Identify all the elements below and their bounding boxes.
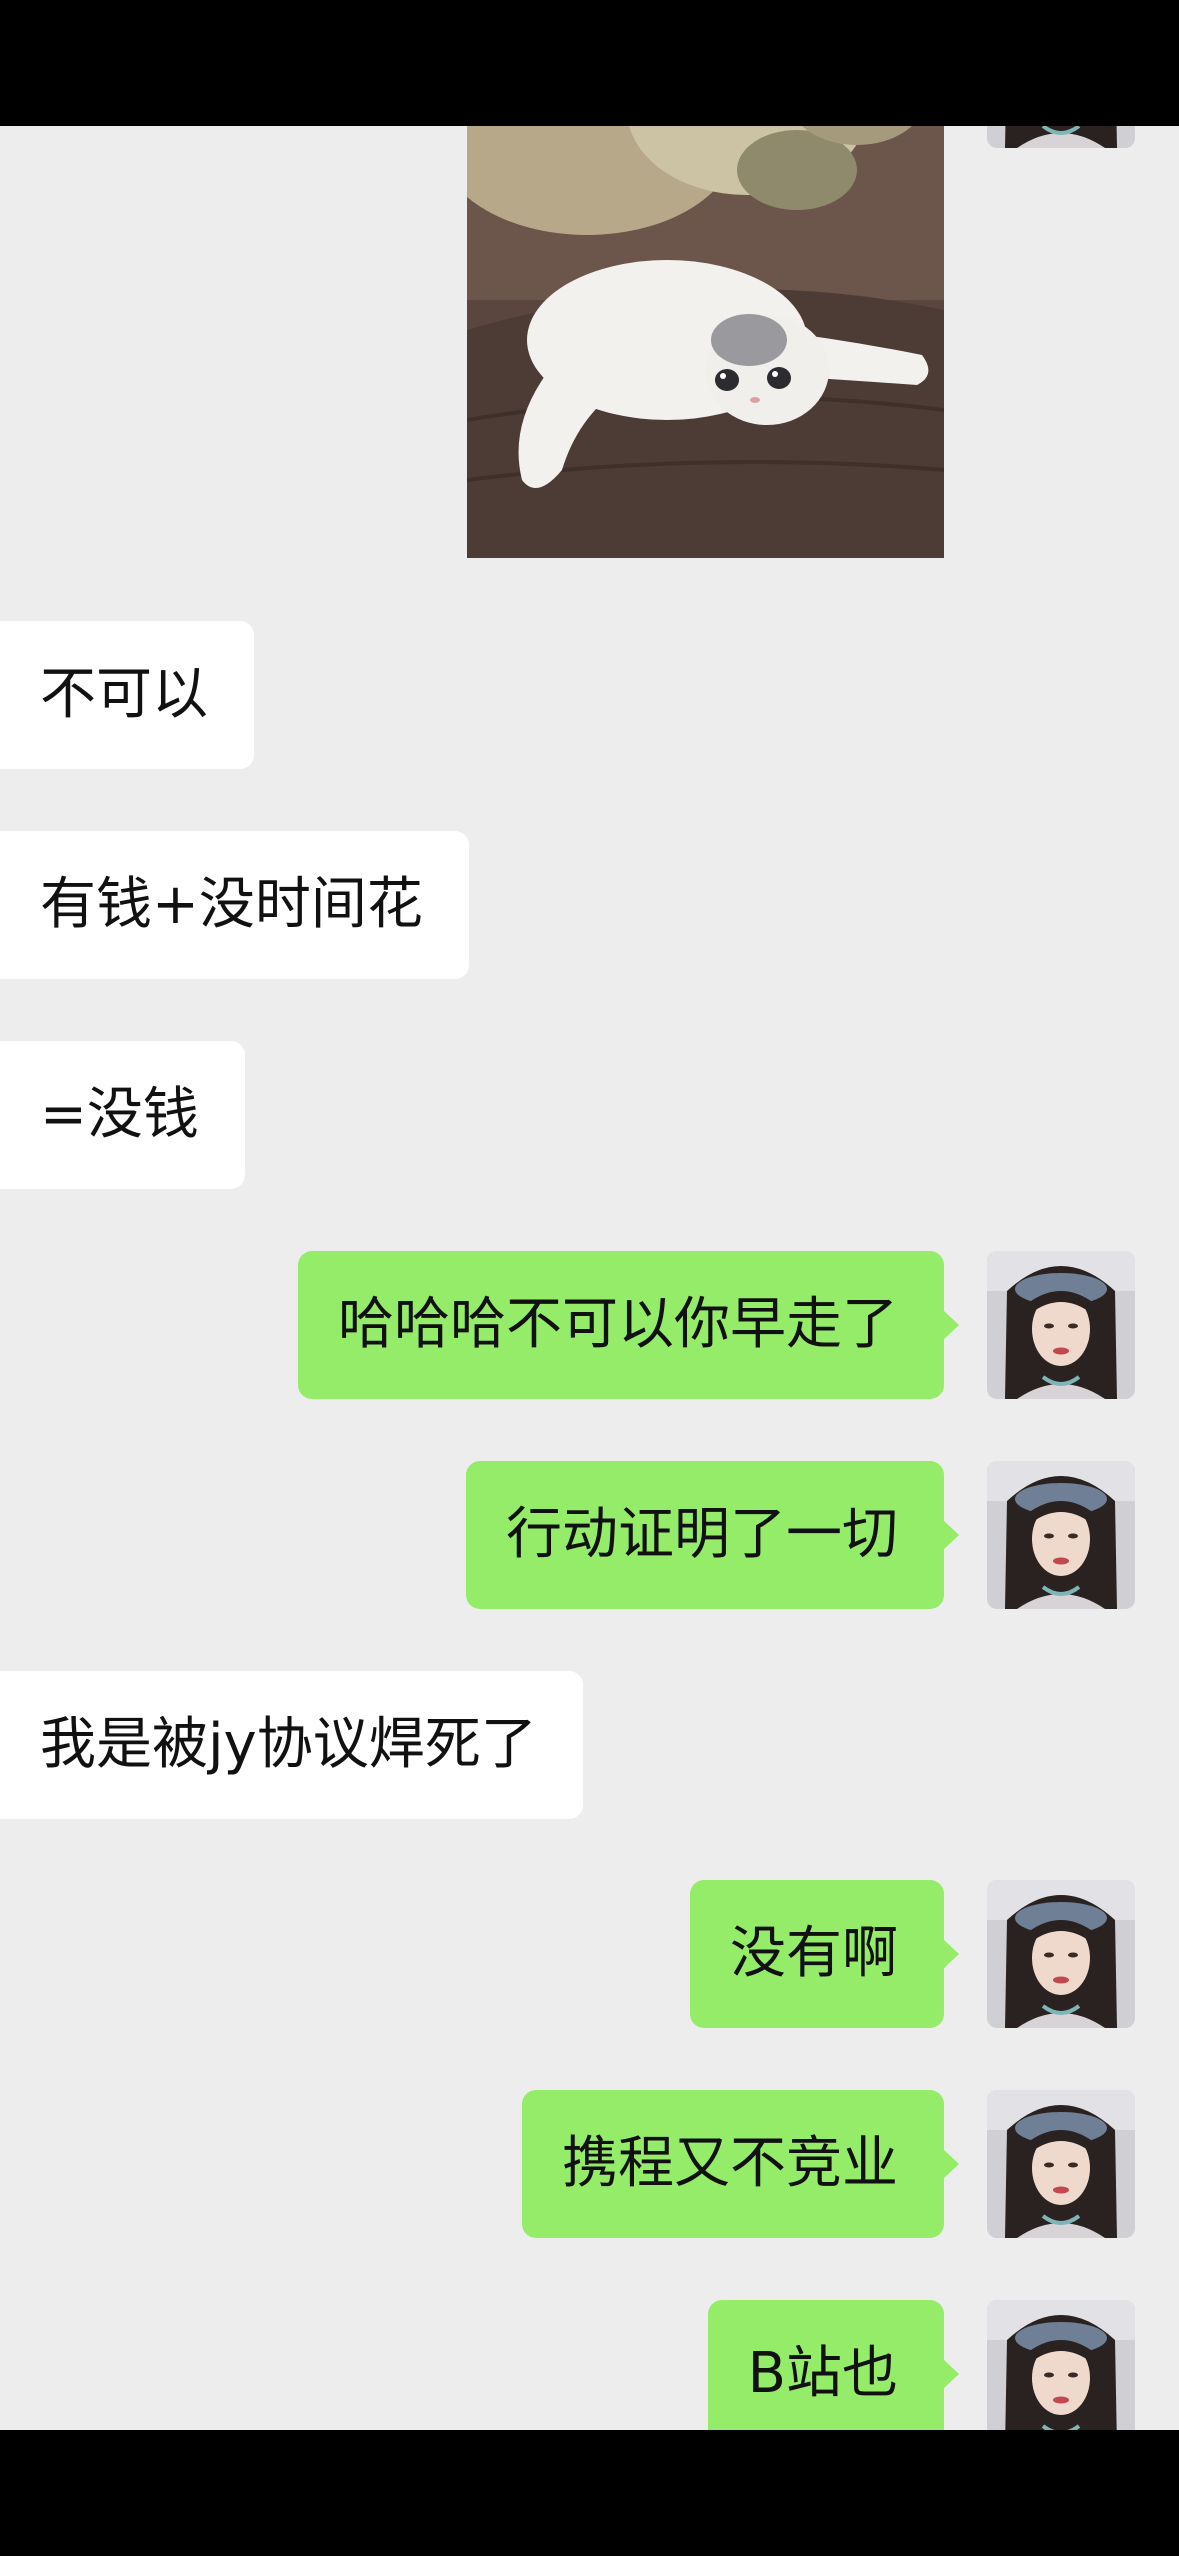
message-text: B站也 (747, 2341, 898, 2406)
message-text: 不可以 (40, 662, 208, 727)
outgoing-message-bubble[interactable]: 行动证明了一切 (466, 1461, 959, 1609)
status-bar (0, 0, 1179, 126)
user-avatar[interactable] (987, 126, 1135, 148)
message-text: 有钱+没时间花 (40, 872, 423, 937)
outgoing-message-bubble[interactable]: 携程又不竞业 (522, 2090, 959, 2238)
cat-sticker-image[interactable] (467, 126, 944, 558)
chat-message-list[interactable]: 不可以 有钱+没时间花 =没钱 哈哈哈不可以你早走了 行动证明了一切 我是被jy… (0, 126, 1179, 2430)
message-text: 哈哈哈不可以你早走了 (338, 1292, 898, 1357)
user-avatar[interactable] (987, 1461, 1135, 1609)
incoming-message-bubble[interactable]: 有钱+没时间花 (0, 831, 469, 979)
user-avatar[interactable] (987, 1251, 1135, 1399)
incoming-message-bubble[interactable]: 不可以 (0, 621, 254, 769)
message-text: 我是被jy协议焊死了 (40, 1712, 537, 1777)
user-avatar[interactable] (987, 2090, 1135, 2238)
outgoing-message-bubble[interactable]: 没有啊 (690, 1880, 959, 2028)
incoming-message-bubble[interactable]: =没钱 (0, 1041, 245, 1189)
user-avatar[interactable] (987, 1880, 1135, 2028)
message-text: 行动证明了一切 (506, 1502, 898, 1567)
outgoing-message-bubble[interactable]: B站也 (707, 2300, 960, 2430)
incoming-message-bubble[interactable]: 我是被jy协议焊死了 (0, 1671, 583, 1819)
outgoing-message-bubble[interactable]: 哈哈哈不可以你早走了 (298, 1251, 959, 1399)
navigation-bar (0, 2430, 1179, 2556)
message-text: =没钱 (40, 1082, 199, 1147)
message-text: 携程又不竞业 (562, 2131, 898, 2196)
message-text: 没有啊 (730, 1921, 898, 1986)
user-avatar[interactable] (987, 2300, 1135, 2430)
